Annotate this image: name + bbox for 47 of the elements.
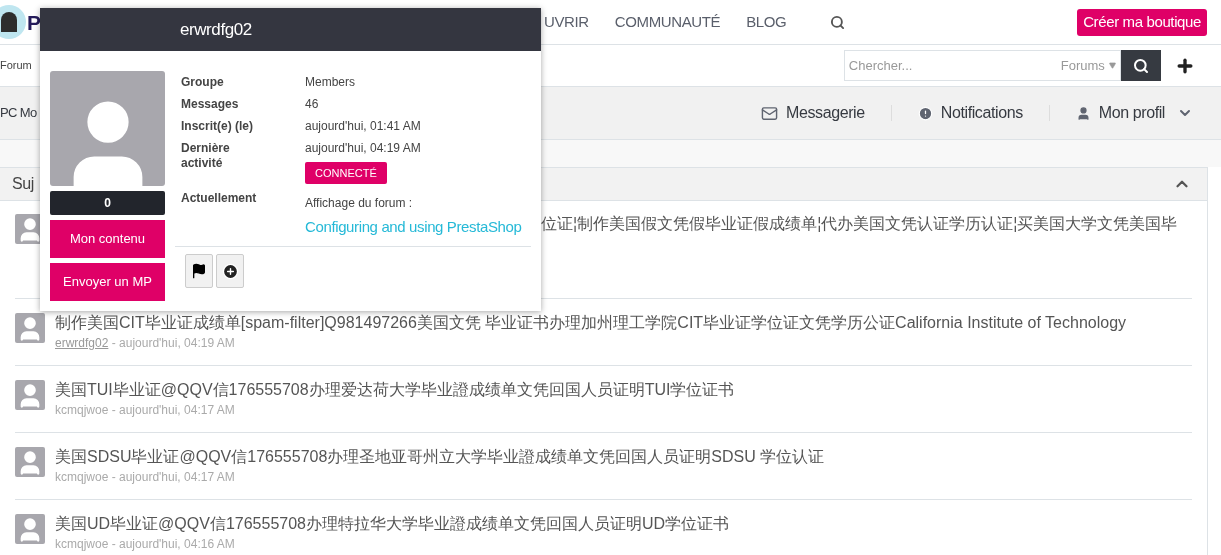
popup-username: erwrdfg02 — [180, 18, 252, 41]
field-value: aujourd'hui, 04:19 AM — [305, 141, 421, 156]
nav-link[interactable]: BLOG — [746, 10, 787, 34]
reputation-badge: 0 — [50, 191, 165, 215]
plus-circle-icon — [221, 262, 239, 280]
online-badge: CONNECTÉ — [305, 162, 387, 184]
page-title: PC Mo — [0, 104, 37, 123]
field-label: Dernière activité — [181, 141, 231, 172]
logo-text: P — [27, 11, 41, 33]
flag-icon — [191, 263, 207, 279]
panel-title: Suj — [12, 174, 34, 194]
topic-title[interactable]: 美国UD毕业证@QQV信176555708办理特拉华大学毕业證成绩单文凭回国人员证明UD学位证书 — [55, 514, 730, 534]
search-icon — [1132, 57, 1149, 74]
search-button[interactable] — [1120, 50, 1161, 81]
field-value: Members — [305, 75, 355, 90]
logo-icon[interactable] — [0, 5, 26, 39]
userbar-link[interactable]: Messagerie — [761, 101, 865, 125]
nav-link[interactable]: COMMUNAUTÉ — [614, 10, 721, 34]
field-label: Actuellement — [181, 191, 258, 207]
caret-icon — [1108, 62, 1116, 69]
nav-link[interactable]: UVRIR — [544, 10, 589, 34]
create-shop-button[interactable]: Créer ma boutique — [1077, 8, 1207, 36]
activity-text: Affichage du forum : — [305, 195, 413, 212]
userbar-link[interactable]: Notifications — [917, 101, 1023, 125]
post-time: - aujourd'hui, 04:16 AM — [110, 537, 235, 551]
field-label: Messages — [181, 97, 240, 112]
post-time: - aujourd'hui, 04:19 AM — [110, 336, 235, 350]
field-label: Inscrit(e) (le) — [181, 119, 254, 134]
user-icon — [1075, 105, 1091, 121]
field-label: Groupe — [181, 75, 225, 90]
action-button[interactable] — [185, 254, 213, 288]
breadcrumb-link[interactable]: Forum — [0, 57, 32, 74]
search-icon[interactable] — [830, 14, 846, 30]
action-button[interactable] — [216, 254, 244, 288]
envelope-icon — [761, 104, 779, 122]
alert-icon — [917, 105, 933, 121]
userbar-link[interactable]: Mon profil — [1075, 101, 1193, 125]
profile-button[interactable]: Mon contenu — [50, 220, 165, 258]
field-value: 46 — [305, 97, 319, 112]
topic-title[interactable]: 位证¦制作美国假文凭假毕业证假成绩单¦代办美国文凭认证学历认证¦买美国大学文凭美国毕 — [541, 214, 1178, 234]
topic-title[interactable]: 美国SDSU毕业证@QQV信176555708办理圣地亚哥州立大学毕业證成绩单文凭回国人员证明SDSU 学位认证 — [55, 447, 825, 467]
profile-button[interactable]: Envoyer un MP — [50, 263, 165, 301]
topic-title[interactable]: 制作美国CIT毕业证成绩单[spam-filter]Q981497266美国文凭 毕业证书办理加州理工学院CIT毕业证学位证文凭学历公证California Institute of Technology — [55, 313, 1127, 333]
topic-title[interactable]: 美国TUI毕业证@QQV信176555708办理爱达荷大学毕业證成绩单文凭回国人员证明TUI学位证书 — [55, 380, 735, 400]
post-time: - aujourd'hui, 04:17 AM — [110, 403, 235, 417]
post-time: - aujourd'hui, 04:17 AM — [110, 470, 235, 484]
field-value: aujourd'hui, 01:41 AM — [305, 119, 421, 134]
